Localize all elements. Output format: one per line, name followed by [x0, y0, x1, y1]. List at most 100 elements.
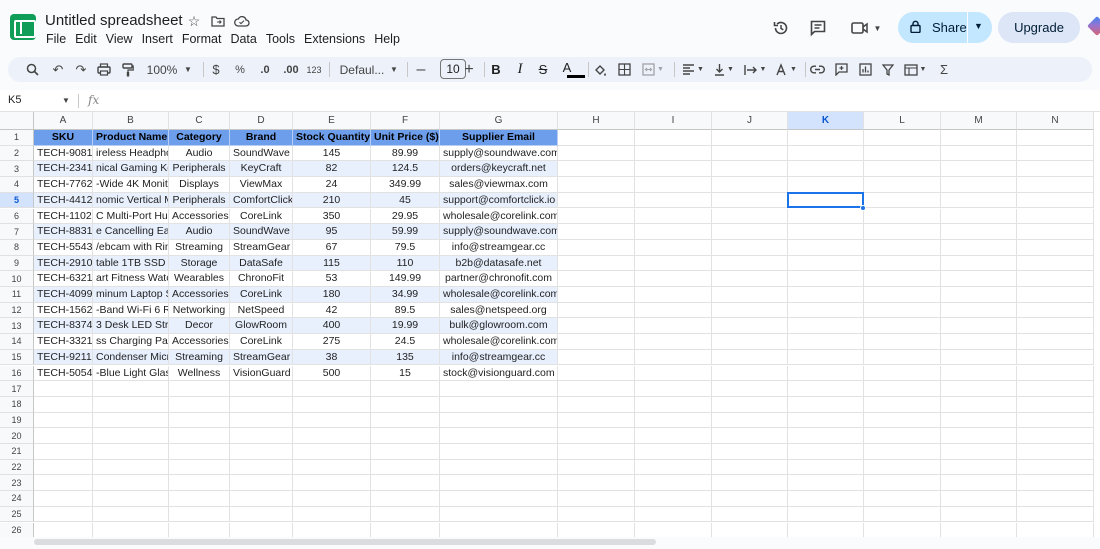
empty-cell[interactable]: [34, 491, 93, 507]
empty-cell[interactable]: [635, 224, 712, 240]
cell-category[interactable]: Accessories: [169, 334, 230, 350]
menu-data[interactable]: Data: [230, 32, 256, 46]
increase-decimal-button[interactable]: .00: [280, 57, 302, 82]
menu-edit[interactable]: Edit: [75, 32, 97, 46]
empty-cell[interactable]: [941, 444, 1017, 460]
empty-cell[interactable]: [864, 318, 941, 335]
empty-cell[interactable]: [788, 239, 864, 256]
empty-cell[interactable]: [788, 506, 864, 523]
empty-cell[interactable]: [864, 192, 941, 209]
filter-icon[interactable]: [879, 57, 897, 82]
empty-cell[interactable]: [864, 161, 941, 178]
cell-unit-price[interactable]: 15: [371, 365, 440, 382]
cell-unit-price[interactable]: 89.5: [371, 302, 440, 319]
row-header-23[interactable]: 23: [0, 475, 34, 492]
empty-cell[interactable]: [635, 302, 712, 319]
empty-cell[interactable]: [1017, 208, 1094, 225]
cell-brand[interactable]: ComfortClick: [230, 192, 293, 209]
empty-cell[interactable]: [93, 459, 169, 476]
empty-cell[interactable]: [34, 475, 93, 492]
empty-cell[interactable]: [293, 459, 371, 476]
decrease-decimal-button[interactable]: .0: [255, 57, 275, 82]
empty-cell[interactable]: [941, 365, 1017, 382]
cell-unit-price[interactable]: 135: [371, 349, 440, 366]
cell-supplier-email[interactable]: wholesale@corelink.com: [440, 334, 558, 350]
empty-cell[interactable]: [941, 349, 1017, 366]
cell-product-name[interactable]: minum Laptop St: [93, 287, 169, 303]
cell-product-name[interactable]: 3 Desk LED Strip: [93, 318, 169, 335]
empty-cell[interactable]: [941, 381, 1017, 397]
menu-extensions[interactable]: Extensions: [304, 32, 365, 46]
empty-cell[interactable]: [1017, 239, 1094, 256]
fill-handle[interactable]: [860, 204, 866, 211]
cell-stock-quantity[interactable]: 38: [293, 349, 371, 366]
font-select[interactable]: Defaul...: [338, 57, 386, 82]
empty-cell[interactable]: [1017, 302, 1094, 319]
empty-cell[interactable]: [712, 349, 788, 366]
cloud-status-icon[interactable]: [234, 13, 250, 29]
empty-cell[interactable]: [293, 428, 371, 444]
gemini-icon[interactable]: [1087, 16, 1100, 36]
empty-cell[interactable]: [788, 177, 864, 193]
undo-icon[interactable]: ↶: [48, 57, 68, 82]
empty-cell[interactable]: [1017, 381, 1094, 397]
row-header-15[interactable]: 15: [0, 349, 34, 366]
empty-cell[interactable]: [169, 428, 230, 444]
empty-cell[interactable]: [864, 444, 941, 460]
empty-cell[interactable]: [635, 239, 712, 256]
empty-cell[interactable]: [558, 287, 635, 303]
cell-brand[interactable]: CoreLink: [230, 334, 293, 350]
empty-cell[interactable]: [1017, 522, 1094, 537]
row-header-13[interactable]: 13: [0, 318, 34, 335]
empty-cell[interactable]: [293, 396, 371, 413]
column-header-m[interactable]: M: [941, 112, 1017, 130]
row-header-26[interactable]: 26: [0, 522, 34, 537]
column-header-h[interactable]: H: [558, 112, 635, 130]
cell-supplier-email[interactable]: info@streamgear.cc: [440, 349, 558, 366]
cell-sku[interactable]: TECH-4412: [34, 192, 93, 209]
empty-cell[interactable]: [558, 255, 635, 272]
empty-cell[interactable]: [864, 145, 941, 162]
cell-product-name[interactable]: ss Charging Pac: [93, 334, 169, 350]
meet-caret-icon[interactable]: ▼: [874, 24, 882, 33]
cell-unit-price[interactable]: 19.99: [371, 318, 440, 335]
redo-icon[interactable]: ↷: [71, 57, 91, 82]
cell-brand[interactable]: DataSafe: [230, 255, 293, 272]
empty-cell[interactable]: [371, 475, 440, 492]
name-box[interactable]: K5: [8, 94, 21, 106]
empty-cell[interactable]: [635, 444, 712, 460]
cell-brand[interactable]: CoreLink: [230, 287, 293, 303]
column-header-f[interactable]: F: [371, 112, 440, 130]
empty-cell[interactable]: [941, 239, 1017, 256]
empty-cell[interactable]: [788, 522, 864, 537]
empty-cell[interactable]: [712, 302, 788, 319]
empty-cell[interactable]: [788, 475, 864, 492]
text-wrapping-icon[interactable]: ▼: [741, 57, 769, 82]
cell-supplier-email[interactable]: support@comfortclick.io: [440, 192, 558, 209]
name-box-caret-icon[interactable]: ▼: [62, 96, 70, 105]
merge-cells-icon[interactable]: ▼: [641, 57, 665, 82]
empty-cell[interactable]: [864, 522, 941, 537]
header-cell-brand[interactable]: Brand: [230, 130, 293, 146]
column-header-e[interactable]: E: [293, 112, 371, 130]
cell-category[interactable]: Peripherals: [169, 192, 230, 209]
empty-cell[interactable]: [230, 428, 293, 444]
empty-cell[interactable]: [440, 396, 558, 413]
cell-supplier-email[interactable]: wholesale@corelink.com: [440, 287, 558, 303]
font-caret-icon[interactable]: ▼: [388, 57, 400, 82]
row-header-12[interactable]: 12: [0, 302, 34, 319]
empty-cell[interactable]: [93, 506, 169, 523]
formula-input[interactable]: [108, 92, 1088, 110]
empty-cell[interactable]: [712, 522, 788, 537]
row-header-8[interactable]: 8: [0, 239, 34, 256]
empty-cell[interactable]: [788, 491, 864, 507]
menu-file[interactable]: File: [46, 32, 66, 46]
cell-sku[interactable]: TECH-9081: [34, 145, 93, 162]
horizontal-scrollbar[interactable]: [34, 539, 656, 545]
cell-stock-quantity[interactable]: 115: [293, 255, 371, 272]
empty-cell[interactable]: [635, 208, 712, 225]
star-icon[interactable]: ☆: [186, 13, 202, 29]
empty-cell[interactable]: [371, 506, 440, 523]
cell-brand[interactable]: NetSpeed: [230, 302, 293, 319]
empty-cell[interactable]: [371, 459, 440, 476]
